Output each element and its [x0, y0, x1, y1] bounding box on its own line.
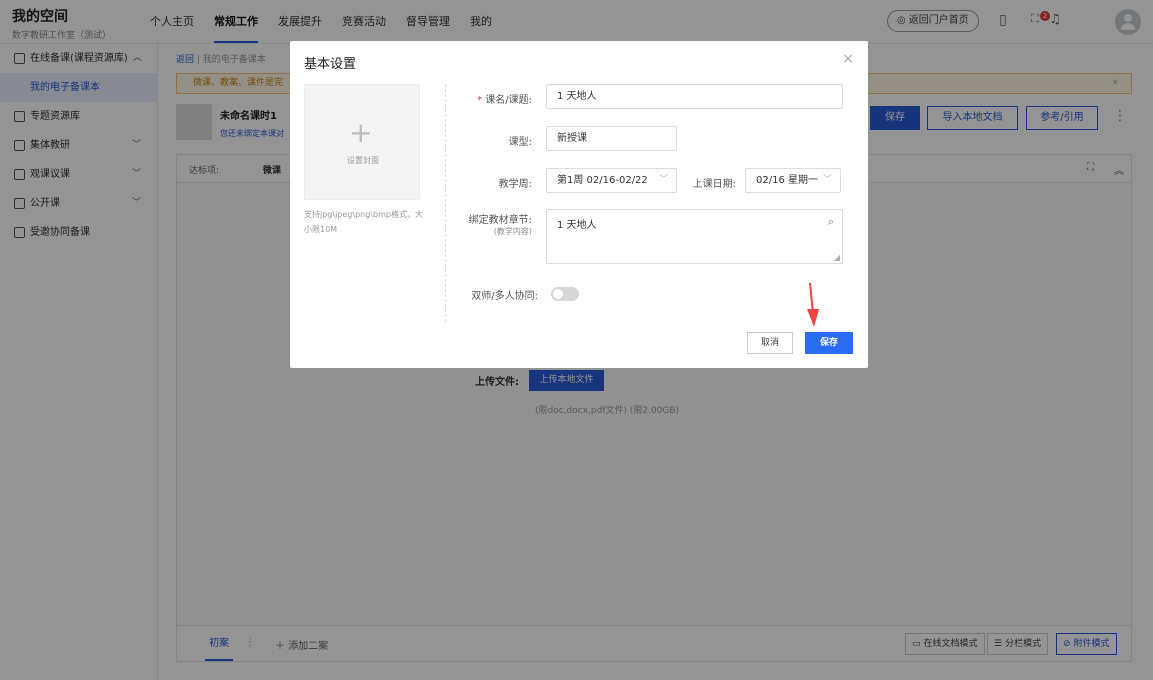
coop-toggle[interactable] [551, 287, 579, 301]
search-icon[interactable]: ⌕ [828, 215, 834, 229]
type-label: 课型: [508, 137, 532, 148]
course-type-input[interactable]: 新授课 [546, 126, 677, 151]
cover-hint: 支持jpg\jpeg\png\bmp格式，大小限10M [304, 210, 423, 234]
course-label-text: 课名/课题: [485, 95, 532, 106]
close-icon[interactable]: × [842, 51, 854, 67]
divider [445, 84, 446, 322]
plus-icon: + [349, 116, 373, 149]
chapter-sub-label: (教学内容) [493, 227, 532, 236]
chapter-label: 绑定教材章节: [468, 215, 532, 226]
chevron-down-icon: ﹀ [658, 175, 668, 185]
class-date-select[interactable]: 02/16 星期一 ﹀ [745, 168, 841, 193]
chapter-value: 1 天地人 [557, 220, 597, 231]
annotation-arrow-icon [807, 282, 819, 327]
course-label: * 课名/课题: [470, 91, 532, 106]
date-label: 上课日期: [692, 179, 736, 190]
week-label: 教学周: [498, 179, 532, 190]
date-value: 02/16 星期一 [756, 175, 818, 186]
cover-label: 设置封面 [347, 156, 379, 165]
cancel-button[interactable]: 取消 [747, 332, 793, 354]
chevron-down-icon: ﹀ [822, 175, 832, 185]
teaching-week-select[interactable]: 第1周 02/16-02/22 ﹀ [546, 168, 677, 193]
confirm-save-button[interactable]: 保存 [805, 332, 853, 354]
resize-handle-icon[interactable]: ◢ [834, 253, 840, 262]
cover-upload[interactable]: + 设置封面 [304, 84, 420, 200]
course-name-input[interactable]: 1 天地人 [546, 84, 843, 109]
basic-settings-dialog: 基本设置 × + 设置封面 支持jpg\jpeg\png\bmp格式，大小限10… [290, 41, 868, 368]
week-value: 第1周 02/16-02/22 [557, 175, 648, 186]
dialog-title: 基本设置 [304, 57, 357, 72]
coop-label: 双师/多人协同: [471, 291, 538, 302]
chapter-textarea[interactable]: 1 天地人 ⌕ ◢ [546, 209, 843, 264]
